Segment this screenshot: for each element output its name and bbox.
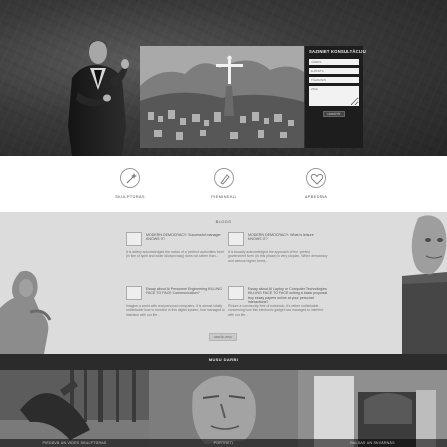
service-monuments[interactable]: PIEMINEKĻI (194, 168, 254, 199)
bust-statue-image (402, 215, 447, 354)
blog-title: BLOGS (215, 219, 232, 224)
post-title[interactable]: Essay about Ai Personnel Engineering KIL… (146, 287, 226, 296)
work-caption: PIEDĀVĀ UN VIDES SKULPTŪRAS (0, 439, 149, 447)
message-field[interactable] (309, 86, 359, 106)
works-title: MUSU DARBI (208, 357, 239, 362)
service-label: SKULPTŪRAS (115, 194, 145, 199)
consultation-form: SAZINIET KONSULTĀCIJU NOSŪTĪT (305, 46, 366, 148)
blog-section: BLOGS MODERN DEMOCRACY: Successful manag… (0, 212, 447, 354)
hero-section: SAZINIET KONSULTĀCIJU NOSŪTĪT (0, 0, 447, 156)
email-field[interactable] (309, 68, 359, 74)
name-field[interactable] (309, 59, 359, 65)
work-caption: BALSAS UN SKVĀRNĀS (298, 439, 447, 447)
post-excerpt: It is widely acknowledged the notion of … (126, 250, 225, 259)
portrait-sculpture-image (149, 370, 298, 447)
post-title[interactable]: MODERN DEMOCRACY: What is leisure KNOWS … (248, 233, 328, 242)
memorial-image (298, 370, 447, 447)
post-thumbnail (126, 232, 142, 246)
rio-city-photo (140, 46, 304, 148)
post-excerpt: It is broadly acknowledged the approach … (228, 250, 328, 263)
service-sculptures[interactable]: SKULPTŪRAS (100, 168, 160, 199)
phone-field[interactable] (309, 77, 359, 83)
service-label: APBEDĪBA (304, 194, 328, 199)
post-title[interactable]: Essay about AI Laptop or Computer Techno… (248, 287, 328, 305)
post-thumbnail (126, 286, 142, 300)
post-excerpt: Picture a community free of notebook. It… (228, 304, 324, 317)
buddha-statue-image (0, 270, 52, 354)
submit-button[interactable]: NOSŪTĪT (323, 111, 345, 117)
environment-sculpture-image (0, 370, 149, 447)
work-item-environment[interactable]: PIEDĀVĀ UN VIDES SKULPTŪRAS (0, 370, 149, 447)
post-thumbnail (228, 232, 244, 246)
sculptor-portrait (68, 40, 129, 156)
work-caption: PORTRETI (149, 439, 298, 447)
work-item-memorials[interactable]: BALSAS UN SKVĀRNĀS (298, 370, 447, 447)
post-excerpt: Imagine a world with real personal compu… (126, 304, 225, 317)
service-funeral[interactable]: APBEDĪBA (286, 168, 346, 199)
services-section: SKULPTŪRAS PIEMINEKĻI APBEDĪBA (0, 156, 447, 212)
heart-icon (306, 168, 326, 188)
more-news-button[interactable]: VAIRĀK ZIŅU (209, 333, 237, 341)
post-title[interactable]: MODERN DEMOCRACY: Successful manager KNO… (146, 233, 226, 242)
form-title: SAZINIET KONSULTĀCIJU (309, 49, 366, 54)
work-item-portraits[interactable]: PORTRETI (149, 370, 298, 447)
wand-icon (120, 168, 140, 188)
service-label: PIEMINEKĻI (211, 194, 237, 199)
post-thumbnail (228, 286, 244, 300)
pen-icon (214, 168, 234, 188)
works-section: MUSU DARBI PIEDĀVĀ UN VIDES SKULPTŪRAS P… (0, 354, 447, 447)
